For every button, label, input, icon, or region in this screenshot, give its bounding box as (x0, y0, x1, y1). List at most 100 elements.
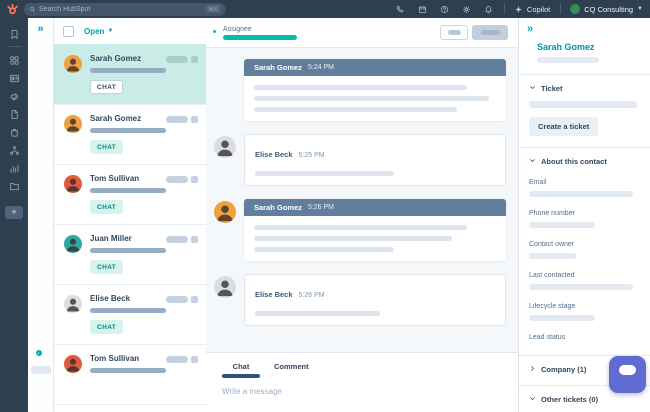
conversation-avatar (64, 175, 82, 193)
chevron-right-icon (529, 365, 536, 374)
channel-tag: CHAT (90, 320, 123, 334)
contact-field-label: Last contacted (529, 272, 640, 279)
conversation-list-item[interactable] (54, 404, 206, 411)
conversation-list-item[interactable]: Sarah GomezCHAT (54, 104, 206, 164)
select-all-checkbox[interactable] (63, 26, 74, 37)
channel-tag: CHAT (90, 80, 123, 94)
contact-field-value-redacted (529, 191, 633, 197)
nav-marketing-icon[interactable] (5, 87, 23, 105)
channel-tag: CHAT (90, 260, 123, 274)
contact-field-value-redacted (529, 315, 595, 321)
global-search[interactable]: ⌘K (24, 3, 226, 16)
other-tickets-section-header[interactable]: Other tickets (0) (529, 395, 640, 404)
contact-name-link[interactable]: Sarah Gomez (537, 42, 599, 52)
notifications-icon[interactable] (484, 5, 493, 14)
contact-field-value-redacted (529, 284, 633, 290)
message-card: Elise Beck5:25 PM (244, 134, 506, 186)
message-card: Sarah Gomez5:24 PM (244, 59, 506, 121)
conversation-list-header: Open ▼ (54, 18, 206, 44)
search-icon (29, 6, 36, 13)
status-filter-dropdown[interactable]: Open ▼ (84, 27, 113, 36)
help-icon[interactable] (440, 5, 449, 14)
conversation-meta (166, 116, 198, 123)
chat-bubble-icon (619, 365, 636, 375)
nav-bookmark-icon[interactable] (5, 25, 23, 43)
expand-panel-icon[interactable]: » (37, 23, 43, 35)
account-menu[interactable]: CQ Consulting ▼ (570, 4, 643, 14)
message-text-redacted (254, 225, 467, 230)
composer-tab-comment[interactable]: Comment (274, 362, 309, 371)
phone-icon[interactable] (396, 5, 405, 14)
message-sender: Elise Beck (255, 150, 293, 159)
conversation-list-item[interactable]: Tom SullivanCHAT (54, 164, 206, 224)
message-sender-avatar (214, 201, 236, 223)
conversation-avatar (64, 355, 82, 373)
message-header: Sarah Gomez5:24 PM (244, 59, 506, 76)
contact-field-label: Lead status (529, 334, 640, 341)
chat-widget-launcher[interactable] (609, 356, 646, 393)
conversation-list-item[interactable]: Elise BeckCHAT (54, 284, 206, 344)
search-input[interactable] (39, 6, 202, 13)
collapse-panel-icon[interactable]: » (527, 23, 650, 35)
message-sender-avatar (214, 276, 236, 298)
timestamp-redacted (166, 296, 188, 303)
main-nav-rail: + (0, 18, 28, 412)
nav-grid-icon[interactable] (5, 51, 23, 69)
message-time: 5:26 PM (308, 204, 334, 211)
timestamp-redacted (166, 176, 188, 183)
chat-thread-panel: Assignee Sarah Gomez5:24 PMElise Beck5:2… (206, 18, 518, 412)
message-preview-redacted (90, 368, 166, 373)
nav-commerce-icon[interactable] (5, 123, 23, 141)
contact-field-value-redacted (529, 222, 595, 228)
message-sender: Sarah Gomez (254, 203, 302, 212)
nav-content-icon[interactable] (5, 105, 23, 123)
contact-fields: EmailPhone numberContact ownerLast conta… (529, 179, 640, 341)
thread-primary-action-button[interactable] (472, 25, 508, 40)
contact-details-panel: » Sarah Gomez Ticket Create a ticket (518, 18, 650, 412)
available-check-badge: ✓ (35, 349, 43, 357)
collapsed-views-strip: » ✓ (28, 18, 54, 412)
composer-tab-chat[interactable]: Chat (222, 362, 260, 371)
ticket-section: Ticket Create a ticket (519, 75, 650, 136)
message-input[interactable] (222, 387, 474, 396)
nav-reporting-icon[interactable] (5, 159, 23, 177)
conversation-list-item[interactable]: Sarah GomezCHAT (54, 44, 206, 104)
ticket-section-header[interactable]: Ticket (529, 84, 640, 93)
settings-icon[interactable] (462, 5, 471, 14)
meta-icon-redacted (191, 116, 198, 123)
message-preview-redacted (90, 68, 166, 73)
contact-field-label: Email (529, 179, 640, 186)
nav-automation-icon[interactable] (5, 141, 23, 159)
calendar-icon[interactable] (418, 5, 427, 14)
message-header: Sarah Gomez 5:26 PM (244, 199, 506, 216)
about-contact-section: About this contact EmailPhone numberCont… (519, 148, 650, 341)
hubspot-logo-icon[interactable] (6, 3, 19, 16)
nav-library-icon[interactable] (5, 177, 23, 195)
message-preview-redacted (90, 308, 166, 313)
conversation-list: Open ▼ Sarah GomezCHATSarah GomezCHATTom… (54, 18, 206, 412)
message-sender: Elise Beck (255, 290, 293, 299)
nav-contacts-icon[interactable] (5, 69, 23, 87)
message-preview-redacted (90, 128, 166, 133)
message-text-redacted (255, 171, 394, 176)
conversation-meta (166, 236, 198, 243)
about-section-header[interactable]: About this contact (529, 157, 640, 166)
message-text-redacted (254, 236, 452, 241)
thread-action-button[interactable] (440, 25, 468, 40)
message-text-redacted (254, 85, 467, 90)
search-shortcut-badge: ⌘K (205, 5, 221, 13)
conversation-list-item[interactable]: Juan MillerCHAT (54, 224, 206, 284)
ticket-value-redacted (529, 101, 637, 108)
create-ticket-button[interactable]: Create a ticket (529, 117, 598, 136)
copilot-button[interactable]: Copilot (514, 5, 550, 14)
conversation-list-item[interactable]: Tom Sullivan (54, 344, 206, 404)
topbar-divider (504, 4, 505, 14)
composer-tabs: Chat Comment (222, 362, 502, 371)
conversation-items: Sarah GomezCHATSarah GomezCHATTom Sulliv… (54, 44, 206, 411)
contact-field-label: Contact owner (529, 241, 640, 248)
reply-composer: Chat Comment (206, 352, 518, 412)
availability-toggle-redacted[interactable] (31, 366, 51, 374)
contact-field-label: Lifecycle stage (529, 303, 640, 310)
nav-add-button[interactable]: + (5, 206, 23, 219)
message-text-redacted (255, 311, 380, 316)
